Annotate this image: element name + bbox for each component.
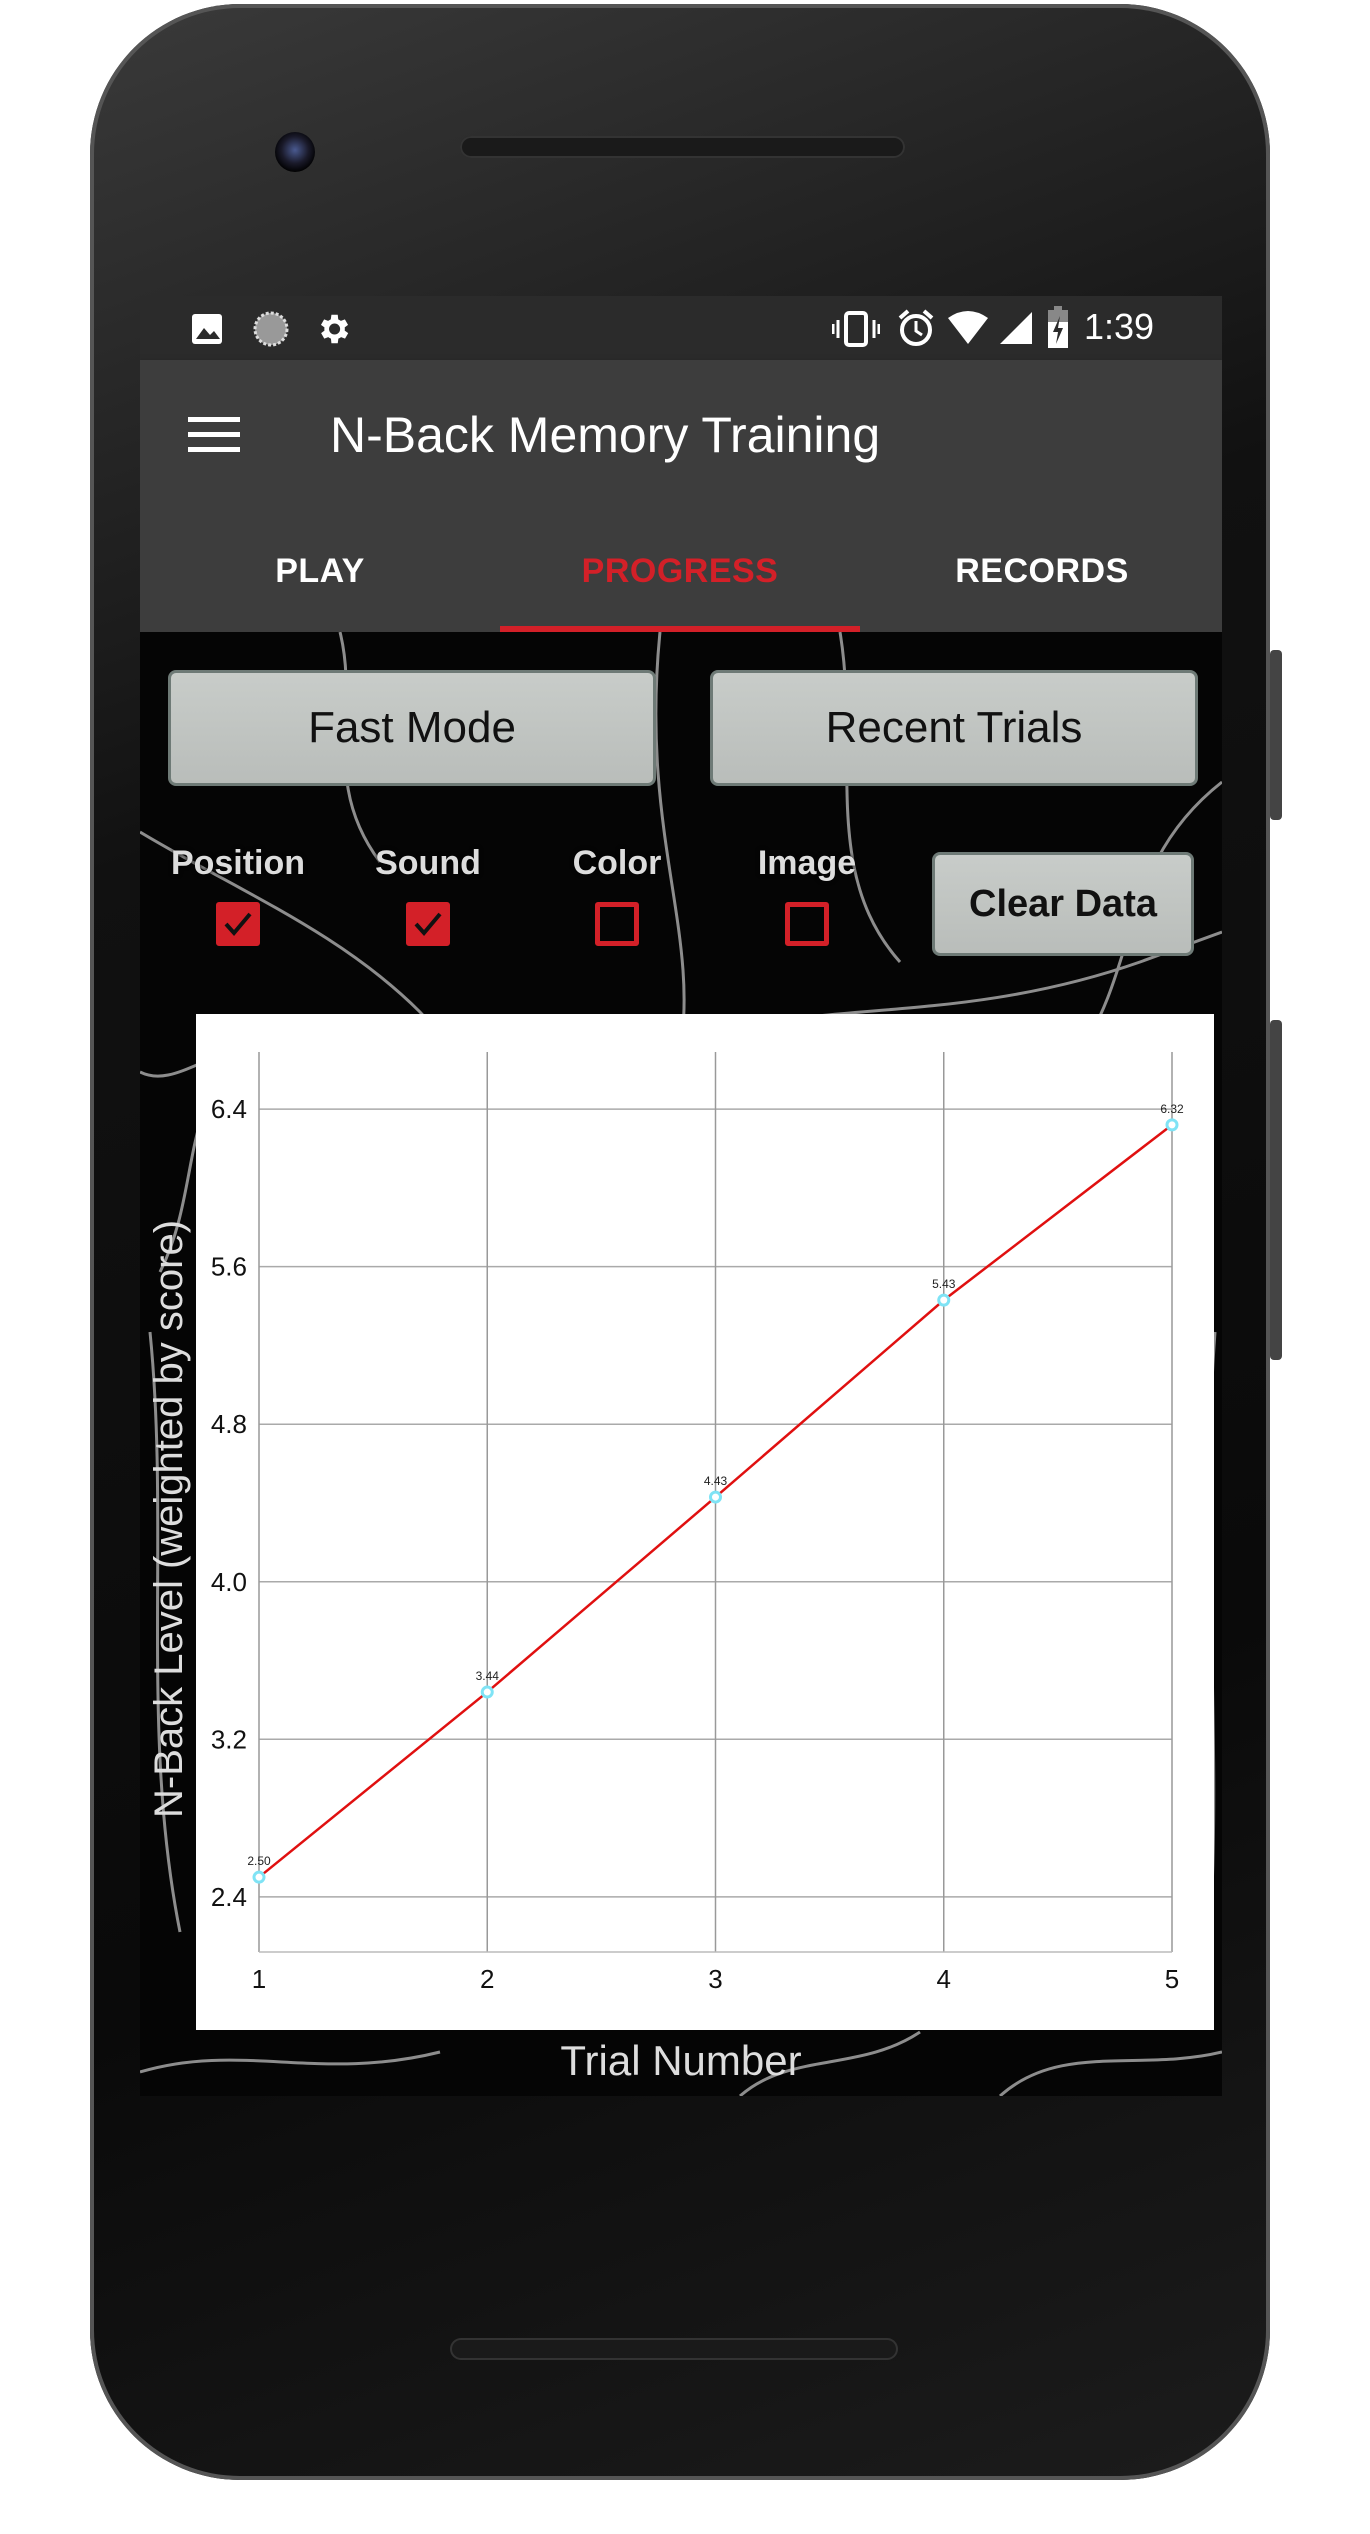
- line-chart: 2.4 3.2 4.0 4.8 5.6 6.4 1 2 3 4 5 2.50 3.44 4.43 5.43 6…: [211, 1052, 1184, 1994]
- filter-label-image: Image: [757, 844, 857, 882]
- filter-label-sound: Sound: [375, 844, 481, 882]
- x-tick-label: 2: [480, 1964, 494, 1994]
- y-tick-label: 5.6: [211, 1252, 247, 1282]
- cell-signal-icon: [1000, 312, 1032, 344]
- y-tick-label: 3.2: [211, 1724, 247, 1754]
- x-tick-label: 3: [708, 1964, 722, 1994]
- x-axis-title: Trial Number: [560, 2037, 802, 2084]
- data-point: [709, 1490, 722, 1504]
- sync-icon: [253, 311, 289, 347]
- data-label: 3.44: [476, 1669, 500, 1683]
- data-point: [252, 1870, 266, 1884]
- app-bar: N-Back Memory Training: [140, 360, 1222, 510]
- bottom-speaker: [450, 2338, 898, 2360]
- vibrate-icon: [832, 311, 880, 347]
- y-tick-label: 2.4: [211, 1882, 247, 1912]
- tab-records[interactable]: RECORDS: [862, 510, 1222, 632]
- clear-data-button[interactable]: Clear Data: [932, 852, 1194, 956]
- filter-checkbox-color[interactable]: [595, 902, 639, 946]
- battery-charging-icon: [1048, 306, 1068, 348]
- filter-label-color: Color: [572, 844, 662, 882]
- screen: 1:39 N-Back Memory Training PLAY PROGRES…: [140, 296, 1222, 2096]
- app-title: N-Back Memory Training: [330, 407, 881, 463]
- x-tick-label: 4: [937, 1964, 951, 1994]
- alarm-icon: [898, 309, 934, 346]
- hamburger-menu-icon[interactable]: [188, 415, 240, 455]
- volume-button: [1270, 1020, 1282, 1360]
- x-tick-label: 1: [252, 1964, 266, 1994]
- data-label: 6.32: [1160, 1102, 1184, 1116]
- data-label: 2.50: [247, 1854, 271, 1868]
- tab-play[interactable]: PLAY: [140, 510, 500, 632]
- recent-trials-button[interactable]: Recent Trials: [710, 670, 1198, 786]
- checkmark-icon: [224, 912, 252, 937]
- data-point: [1165, 1118, 1179, 1132]
- front-camera: [275, 132, 315, 172]
- status-bar: 1:39: [140, 296, 1222, 360]
- power-button: [1270, 650, 1282, 820]
- data-label: 4.43: [704, 1474, 728, 1488]
- settings-gear-icon: [320, 314, 349, 344]
- checkmark-icon: [414, 912, 442, 937]
- y-tick-label: 4.0: [211, 1567, 247, 1597]
- y-tick-label: 4.8: [211, 1409, 247, 1439]
- y-tick-label: 6.4: [211, 1094, 247, 1124]
- filter-label-position: Position: [170, 844, 306, 882]
- wifi-icon: [948, 311, 988, 344]
- progress-content: Fast Mode Recent Trials Clear Data Posit…: [140, 632, 1222, 2096]
- image-icon: [192, 314, 222, 344]
- earpiece-speaker: [460, 136, 905, 158]
- y-axis-title: N-Back Level (weighted by score): [147, 1219, 191, 1819]
- tab-progress[interactable]: PROGRESS: [500, 510, 860, 632]
- filter-checkbox-sound[interactable]: [406, 902, 450, 946]
- filter-checkbox-image[interactable]: [785, 902, 829, 946]
- status-time: 1:39: [1084, 306, 1155, 347]
- filter-checkbox-position[interactable]: [216, 902, 260, 946]
- fast-mode-button[interactable]: Fast Mode: [168, 670, 656, 786]
- x-tick-label: 5: [1165, 1964, 1179, 1994]
- progress-chart: 2.4 3.2 4.0 4.8 5.6 6.4 1 2 3 4 5 2.50 3.44 4.43 5.43 6…: [196, 1014, 1214, 2030]
- data-point: [480, 1685, 494, 1699]
- data-point: [937, 1293, 951, 1307]
- data-label: 5.43: [932, 1277, 956, 1291]
- tab-bar: PLAY PROGRESS RECORDS: [140, 510, 1222, 632]
